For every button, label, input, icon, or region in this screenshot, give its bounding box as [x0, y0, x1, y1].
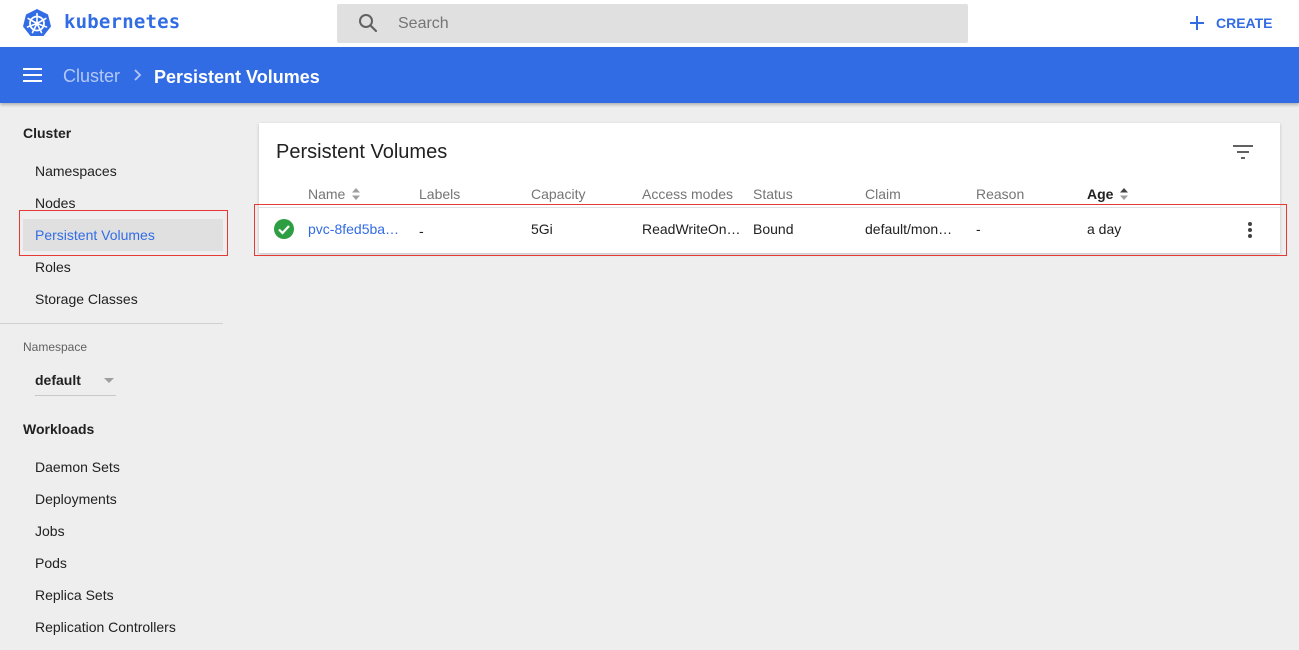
sidebar-item-label: Replication Controllers: [35, 619, 176, 635]
column-header-access-modes: Access modes: [642, 186, 733, 202]
chevron-right-icon: [134, 69, 142, 81]
sidebar-item-namespaces[interactable]: Namespaces: [23, 155, 223, 187]
column-header-reason: Reason: [976, 186, 1024, 202]
app-toolbar: Cluster Persistent Volumes: [0, 47, 1299, 103]
sidebar-item-label: Daemon Sets: [35, 459, 120, 475]
column-header-label: Capacity: [531, 186, 586, 202]
column-header-label: Age: [1087, 186, 1114, 202]
column-header-label: Access modes: [642, 186, 734, 202]
more-vert-icon[interactable]: [1244, 220, 1256, 240]
kubernetes-logo-icon[interactable]: [22, 8, 52, 38]
column-header-status: Status: [753, 186, 793, 202]
column-header-label: Claim: [865, 186, 901, 202]
sidebar-item-label: Storage Classes: [35, 291, 138, 307]
sidebar-item-pods[interactable]: Pods: [23, 547, 223, 579]
sidebar-item-label: Roles: [35, 259, 71, 275]
pv-access-modes-cell: ReadWriteOn…: [642, 221, 741, 237]
hamburger-menu-icon[interactable]: [23, 68, 42, 82]
filter-icon[interactable]: [1233, 145, 1253, 159]
dropdown-arrow-icon: [104, 378, 114, 383]
column-header-age[interactable]: Age: [1087, 186, 1129, 202]
sidebar-heading-workloads[interactable]: Workloads: [23, 421, 94, 437]
plus-icon: [1190, 16, 1204, 30]
pv-age-cell: a day: [1087, 221, 1122, 237]
pv-claim-cell: default/mon…: [865, 221, 953, 237]
column-header-claim: Claim: [865, 186, 901, 202]
sidebar-item-deployments[interactable]: Deployments: [23, 483, 223, 515]
sidebar-item-label: Jobs: [35, 523, 65, 539]
sidebar-item-replica-sets[interactable]: Replica Sets: [23, 579, 223, 611]
sidebar-divider: [0, 323, 223, 324]
column-header-labels: Labels: [419, 186, 460, 202]
sidebar-item-roles[interactable]: Roles: [23, 251, 223, 283]
sidebar-item-label: Nodes: [35, 195, 76, 211]
namespace-label: Namespace: [23, 340, 88, 354]
pv-labels-cell: -: [419, 223, 424, 239]
persistent-volumes-card: Persistent Volumes Name Labels Capacity …: [259, 123, 1280, 253]
pv-name-link[interactable]: pvc-8fed5ba…: [308, 221, 399, 237]
sidebar-item-nodes[interactable]: Nodes: [23, 187, 223, 219]
sidebar-item-jobs[interactable]: Jobs: [23, 515, 223, 547]
sidebar: Cluster Namespaces Nodes Persistent Volu…: [0, 103, 230, 650]
sidebar-item-storage-classes[interactable]: Storage Classes: [23, 283, 223, 315]
create-button-label: CREATE: [1216, 15, 1273, 31]
pv-status-cell: Bound: [753, 221, 794, 237]
sidebar-item-label: Persistent Volumes: [35, 227, 155, 243]
column-header-capacity: Capacity: [531, 186, 585, 202]
column-header-name[interactable]: Name: [308, 186, 361, 202]
sidebar-item-label: Replica Sets: [35, 587, 114, 603]
sidebar-item-label: Deployments: [35, 491, 117, 507]
column-header-label: Labels: [419, 186, 461, 202]
pv-reason-cell: -: [976, 221, 981, 237]
sidebar-item-replication-controllers[interactable]: Replication Controllers: [23, 611, 223, 643]
sort-icon: [1120, 188, 1129, 200]
sidebar-item-label: Pods: [35, 555, 67, 571]
sidebar-heading-cluster[interactable]: Cluster: [23, 125, 71, 141]
sidebar-item-persistent-volumes[interactable]: Persistent Volumes: [23, 219, 223, 251]
column-header-label: Name: [308, 186, 346, 202]
sidebar-item-label: Namespaces: [35, 163, 117, 179]
namespace-selected-value: default: [35, 372, 81, 388]
search-icon: [359, 14, 378, 33]
search-input[interactable]: [385, 4, 945, 43]
sort-icon: [352, 188, 361, 200]
create-button[interactable]: CREATE: [1188, 10, 1273, 36]
namespace-select[interactable]: default: [35, 369, 116, 396]
brand-name[interactable]: kubernetes: [64, 11, 180, 33]
column-header-label: Status: [753, 186, 793, 202]
pv-capacity-cell: 5Gi: [531, 221, 553, 237]
check-circle-icon: [274, 219, 294, 239]
table-row: pvc-8fed5ba… - 5Gi ReadWriteOn… Bound de…: [259, 208, 1280, 252]
top-bar: kubernetes CREATE: [0, 0, 1299, 47]
sidebar-item-daemon-sets[interactable]: Daemon Sets: [23, 451, 223, 483]
breadcrumb-current: Persistent Volumes: [154, 67, 320, 87]
column-header-label: Reason: [976, 186, 1025, 202]
breadcrumb-cluster-link[interactable]: Cluster: [63, 66, 120, 87]
card-title: Persistent Volumes: [276, 141, 448, 163]
